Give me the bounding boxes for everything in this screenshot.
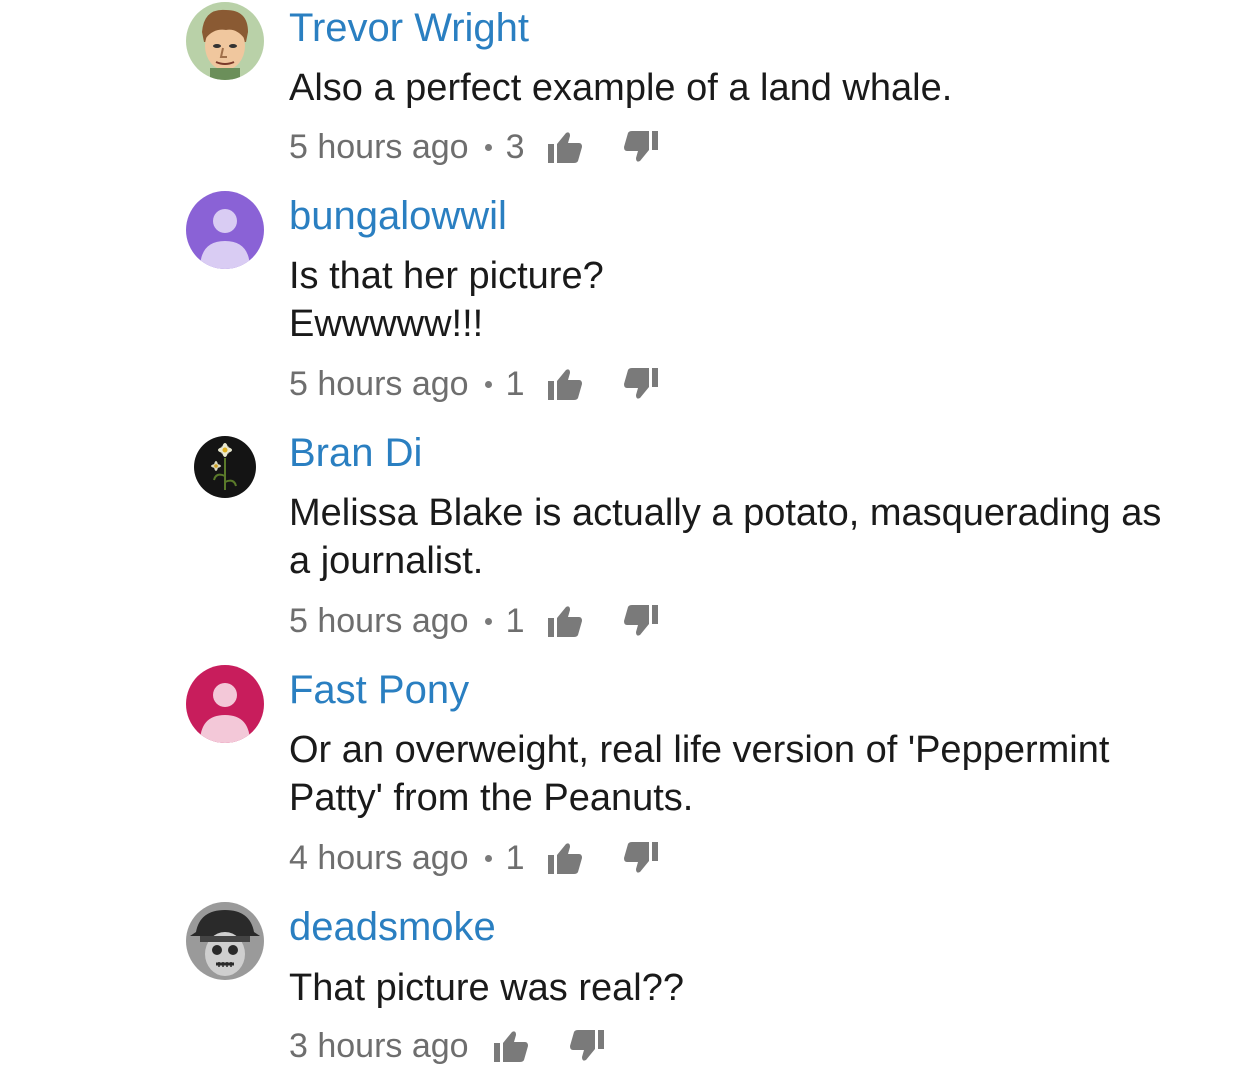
comment-meta: 5 hours ago 1 — [289, 361, 661, 407]
comment-text: Or an overweight, real life version of '… — [289, 726, 1209, 822]
comment-meta: 3 hours ago — [289, 1023, 607, 1069]
thumbs-up-icon[interactable] — [545, 127, 585, 167]
comment-author[interactable]: bungalowwil — [289, 192, 507, 240]
comment-text-line: Is that her picture? — [289, 255, 604, 297]
comment-text: Melissa Blake is actually a potato, masq… — [289, 489, 1209, 585]
like-count: 1 — [505, 364, 525, 403]
separator-dot — [484, 854, 492, 862]
comment-text-line: Also a perfect example of a land whale. — [289, 67, 953, 109]
avatar[interactable] — [186, 191, 264, 269]
comment-time: 4 hours ago — [289, 838, 469, 877]
thumbs-up-icon[interactable] — [545, 838, 585, 878]
comment-text-line: That picture was real?? — [289, 967, 684, 1009]
separator-dot — [484, 380, 492, 388]
separator-dot — [484, 143, 492, 151]
thumbs-up-icon[interactable] — [491, 1026, 531, 1066]
avatar[interactable] — [194, 436, 256, 498]
like-count: 1 — [505, 601, 525, 640]
comment-text: Also a perfect example of a land whale. — [289, 64, 1209, 112]
comment-author[interactable]: Bran Di — [289, 429, 422, 477]
comment-text: That picture was real?? — [289, 964, 1209, 1012]
comment-text-line: Or an overweight, real life version of '… — [289, 729, 1110, 771]
comment-time: 5 hours ago — [289, 601, 469, 640]
thumbs-down-icon[interactable] — [621, 127, 661, 167]
thumbs-down-icon[interactable] — [621, 601, 661, 641]
thumbs-down-icon[interactable] — [621, 838, 661, 878]
comment-text-line: Patty' from the Peanuts. — [289, 777, 694, 819]
comment-time: 3 hours ago — [289, 1026, 469, 1065]
comment-text: Is that her picture? Ewwwww!!! — [289, 252, 1209, 348]
comment-author[interactable]: Fast Pony — [289, 666, 469, 714]
comment-text-line: a journalist. — [289, 540, 484, 582]
comment-author[interactable]: deadsmoke — [289, 903, 496, 951]
thumbs-up-icon[interactable] — [545, 601, 585, 641]
comment-time: 5 hours ago — [289, 127, 469, 166]
avatar[interactable] — [186, 665, 264, 743]
comment-text-line: Melissa Blake is actually a potato, masq… — [289, 492, 1162, 534]
comment-meta: 5 hours ago 3 — [289, 124, 661, 170]
comment-time: 5 hours ago — [289, 364, 469, 403]
thumbs-up-icon[interactable] — [545, 364, 585, 404]
comment-author[interactable]: Trevor Wright — [289, 4, 529, 52]
thumbs-down-icon[interactable] — [567, 1026, 607, 1066]
thumbs-down-icon[interactable] — [621, 364, 661, 404]
avatar[interactable] — [186, 2, 264, 80]
separator-dot — [484, 617, 492, 625]
like-count: 1 — [505, 838, 525, 877]
like-count: 3 — [505, 127, 525, 166]
avatar[interactable] — [186, 902, 264, 980]
comment-text-line: Ewwwww!!! — [289, 303, 484, 345]
comment-meta: 4 hours ago 1 — [289, 835, 661, 881]
comment-meta: 5 hours ago 1 — [289, 598, 661, 644]
